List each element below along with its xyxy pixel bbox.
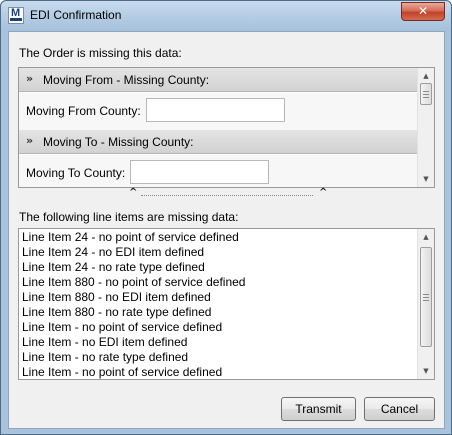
edi-confirmation-window: M EDI Confirmation ✕ The Order is missin… [0,0,452,435]
close-button[interactable]: ✕ [401,2,445,21]
order-panel-scrollbar[interactable]: ▲ ▼ [417,68,434,187]
moving-from-county-input[interactable] [146,98,285,122]
double-chevron-down-icon[interactable]: » [26,72,33,85]
moving-to-county-label: Moving To County: [26,166,126,180]
moving-to-section-header[interactable]: » Moving To - Missing County: [19,130,417,154]
splitter-handle-icon[interactable]: ^ ^ [129,187,328,200]
list-item[interactable]: Line Item - no EDI item defined [22,335,187,350]
list-item[interactable]: Line Item 24 - no point of service defin… [22,230,239,245]
moving-from-section-header[interactable]: » Moving From - Missing County: [19,68,417,92]
order-missing-panel: » Moving From - Missing County: Moving F… [18,67,435,188]
moving-to-county-input[interactable] [130,160,269,184]
line-items-list[interactable]: Line Item 24 - no point of service defin… [18,228,435,380]
list-item[interactable]: Line Item - no point of service defined [22,365,222,379]
moving-to-section-body: Moving To County: [19,155,417,187]
double-chevron-down-icon[interactable]: » [26,134,33,147]
line-items-scrollbar[interactable]: ▲ ▼ [417,229,434,379]
arrow-down-icon[interactable]: ▼ [418,171,434,187]
transmit-button[interactable]: Transmit [281,397,356,421]
moving-from-county-label: Moving From County: [26,104,141,118]
list-item[interactable]: Line Item - no point of service defined [22,320,222,335]
window-title: EDI Confirmation [30,8,122,22]
list-item[interactable]: Line Item 880 - no EDI item defined [22,290,211,305]
close-icon: ✕ [417,4,429,18]
list-item[interactable]: Line Item 880 - no rate type defined [22,305,211,320]
line-items-heading: The following line items are missing dat… [19,210,239,224]
caret-up-icon: ^ [319,187,328,198]
line-items-scroll-thumb[interactable] [420,247,432,347]
splitter-dotted-line [141,195,313,196]
title-bar[interactable]: M EDI Confirmation ✕ [1,1,451,31]
dialog-body: The Order is missing this data: » Moving… [8,31,445,429]
moving-from-header-label: Moving From - Missing County: [43,73,210,87]
moving-from-section-body: Moving From County: [19,93,417,130]
order-missing-heading: The Order is missing this data: [19,46,182,60]
order-panel-scroll-thumb[interactable] [420,83,432,105]
cancel-button[interactable]: Cancel [364,397,435,421]
arrow-up-icon[interactable]: ▲ [418,229,434,245]
caret-up-icon: ^ [129,187,138,198]
app-logo-icon: M [8,7,24,24]
list-item[interactable]: Line Item 24 - no EDI item defined [22,245,204,260]
list-item[interactable]: Line Item - no rate type defined [22,350,188,365]
arrow-down-icon[interactable]: ▼ [418,363,434,379]
list-item[interactable]: Line Item 24 - no rate type defined [22,260,205,275]
list-item[interactable]: Line Item 880 - no point of service defi… [22,275,245,290]
moving-to-header-label: Moving To - Missing County: [43,135,194,149]
arrow-up-icon[interactable]: ▲ [418,68,434,84]
